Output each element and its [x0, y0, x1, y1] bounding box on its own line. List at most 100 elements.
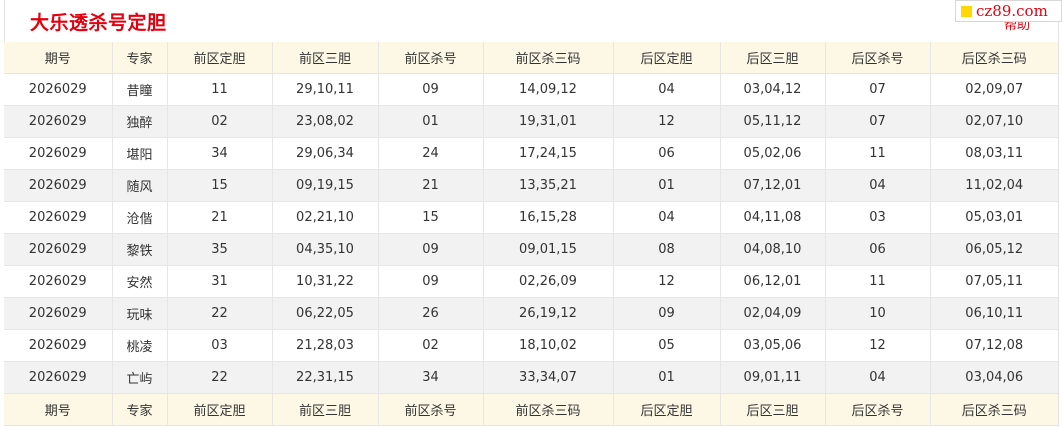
table-cell: 02	[167, 105, 273, 138]
table-cell: 2026029	[4, 361, 113, 394]
table-cell: 04,35,10	[272, 233, 379, 266]
table-row: 2026029 亡屿 22 22,31,15 34 33,34,07 01 09,01,11 0…	[4, 361, 1058, 394]
table-cell: 04	[825, 169, 931, 202]
table-cell: 11	[167, 73, 273, 106]
table-cell: 09,01,15	[483, 233, 614, 266]
table-cell: 安然	[112, 265, 168, 298]
table-row: 2026029 独醉 02 23,08,02 01 19,31,01 12 05,11,12 0…	[4, 105, 1058, 138]
table-row: 2026029 安然 31 10,31,22 09 02,26,09 12 06,12,01 1…	[4, 265, 1058, 298]
table-cell: 02,07,10	[930, 105, 1058, 138]
column-header: 后区三胆	[720, 42, 826, 74]
table-row: 2026029 黎铁 35 04,35,10 09 09,01,15 08 04,08,10 0…	[4, 233, 1058, 266]
table-cell: 06	[613, 137, 721, 170]
table-cell: 06,22,05	[272, 297, 379, 330]
table-cell: 07,12,08	[930, 329, 1058, 362]
table-cell: 18,10,02	[483, 329, 614, 362]
column-header: 后区定胆	[613, 393, 721, 426]
table-cell: 03,05,06	[720, 329, 826, 362]
table-cell: 2026029	[4, 297, 113, 330]
table-cell: 23,08,02	[272, 105, 379, 138]
column-header: 专家	[112, 42, 168, 74]
table-cell: 02,21,10	[272, 201, 379, 234]
column-header: 期号	[4, 393, 113, 426]
watermark-badge: cz89.com	[955, 0, 1062, 22]
table-cell: 22,31,15	[272, 361, 379, 394]
table-cell: 03,04,12	[720, 73, 826, 106]
table-cell: 34	[167, 137, 273, 170]
table-cell: 昔瞳	[112, 73, 168, 106]
table-cell: 35	[167, 233, 273, 266]
table-cell: 06,12,01	[720, 265, 826, 298]
table-cell: 04	[825, 361, 931, 394]
table-cell: 02	[378, 329, 484, 362]
table-cell: 12	[825, 329, 931, 362]
table-cell: 01	[613, 169, 721, 202]
table-cell: 09,01,11	[720, 361, 826, 394]
column-header: 前区三胆	[272, 42, 379, 74]
table-cell: 2026029	[4, 105, 113, 138]
column-header: 前区定胆	[167, 42, 273, 74]
table-cell: 06	[825, 233, 931, 266]
yellow-square-icon	[961, 6, 972, 17]
table-row: 2026029 玩味 22 06,22,05 26 26,19,12 09 02,04,09 1…	[4, 297, 1058, 330]
table-cell: 05,03,01	[930, 201, 1058, 234]
column-header: 专家	[112, 393, 168, 426]
table-cell: 2026029	[4, 169, 113, 202]
table-cell: 09	[378, 233, 484, 266]
table-cell: 04,08,10	[720, 233, 826, 266]
table-cell: 堪阳	[112, 137, 168, 170]
table-cell: 11	[825, 265, 931, 298]
table-cell: 29,06,34	[272, 137, 379, 170]
table-cell: 05	[613, 329, 721, 362]
watermark-text: cz89.com	[976, 2, 1048, 20]
table-cell: 06,10,11	[930, 297, 1058, 330]
table-cell: 2026029	[4, 329, 113, 362]
table-cell: 10,31,22	[272, 265, 379, 298]
table-cell: 2026029	[4, 265, 113, 298]
table-cell: 独醉	[112, 105, 168, 138]
table-cell: 07,05,11	[930, 265, 1058, 298]
table-cell: 沧偕	[112, 201, 168, 234]
table-cell: 黎铁	[112, 233, 168, 266]
table-cell: 2026029	[4, 233, 113, 266]
table-cell: 03,04,06	[930, 361, 1058, 394]
column-header: 前区杀号	[378, 393, 484, 426]
table-cell: 07	[825, 105, 931, 138]
table-cell: 02,26,09	[483, 265, 614, 298]
table-cell: 08,03,11	[930, 137, 1058, 170]
table-cell: 17,24,15	[483, 137, 614, 170]
table-cell: 09,19,15	[272, 169, 379, 202]
table-cell: 09	[613, 297, 721, 330]
table-row: 2026029 昔瞳 11 29,10,11 09 14,09,12 04 03,04,12 0…	[4, 73, 1058, 106]
column-header: 前区三胆	[272, 393, 379, 426]
table-cell: 2026029	[4, 73, 113, 106]
table-cell: 04,11,08	[720, 201, 826, 234]
column-header: 后区杀号	[825, 393, 931, 426]
column-header: 期号	[4, 42, 113, 74]
table-cell: 05,11,12	[720, 105, 826, 138]
table-header-row: 期号 专家 前区定胆 前区三胆 前区杀号 前区杀三码 后区定胆 后区三胆 后区杀号 后区杀三码	[4, 42, 1058, 74]
table-row: 2026029 随风 15 09,19,15 21 13,35,21 01 07,12,01 0…	[4, 169, 1058, 202]
column-header: 后区杀三码	[930, 42, 1058, 74]
table-cell: 11	[825, 137, 931, 170]
table-cell: 21	[167, 201, 273, 234]
column-header: 后区杀号	[825, 42, 931, 74]
table-cell: 13,35,21	[483, 169, 614, 202]
table-cell: 03	[825, 201, 931, 234]
table-cell: 16,15,28	[483, 201, 614, 234]
table-cell: 03	[167, 329, 273, 362]
table-cell: 24	[378, 137, 484, 170]
table-cell: 10	[825, 297, 931, 330]
table-cell: 04	[613, 73, 721, 106]
table-cell: 29,10,11	[272, 73, 379, 106]
table-cell: 34	[378, 361, 484, 394]
table-cell: 33,34,07	[483, 361, 614, 394]
table-cell: 11,02,04	[930, 169, 1058, 202]
table-cell: 31	[167, 265, 273, 298]
column-header: 后区杀三码	[930, 393, 1058, 426]
table-cell: 09	[378, 265, 484, 298]
table-cell: 21	[378, 169, 484, 202]
table-cell: 2026029	[4, 201, 113, 234]
table-cell: 亡屿	[112, 361, 168, 394]
table-row: 2026029 桃凌 03 21,28,03 02 18,10,02 05 03,05,06 1…	[4, 329, 1058, 362]
